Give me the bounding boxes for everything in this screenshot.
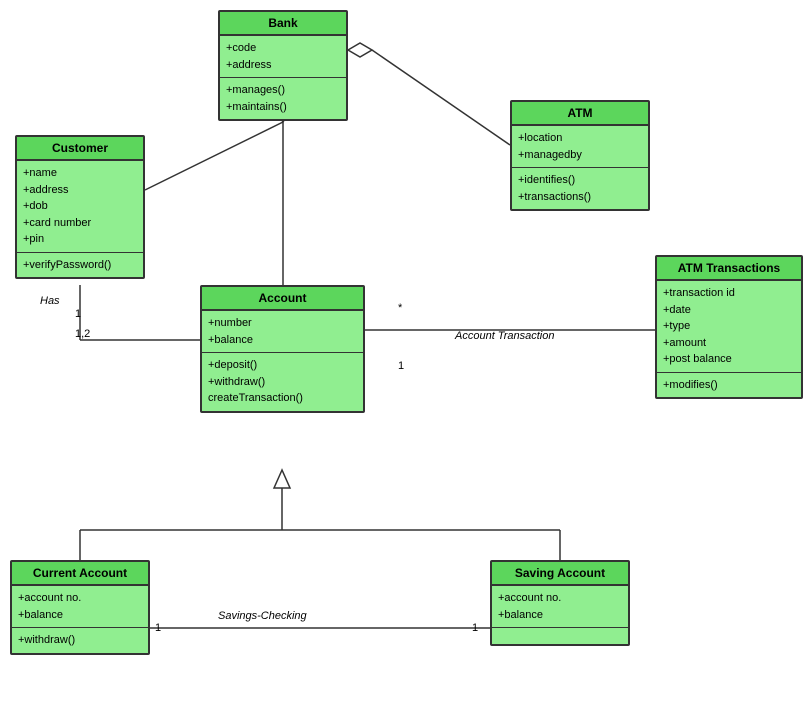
class-customer: Customer +name +address +dob +card numbe… [15,135,145,279]
label-has: Has [40,295,60,307]
class-atm-transactions-methods: +modifies() [657,373,801,398]
class-bank-attributes: +code +address [220,36,346,78]
class-current-account-name: Current Account [33,566,127,580]
inheritance-triangle [274,470,290,488]
class-customer-name: Customer [52,141,108,155]
mult-12-has: 1,2 [75,328,90,340]
class-account-header: Account [202,287,363,311]
class-customer-header: Customer [17,137,143,161]
class-account: Account +number +balance +deposit() +wit… [200,285,365,413]
class-bank-methods: +manages() +maintains() [220,78,346,119]
class-current-account-methods: +withdraw() [12,628,148,653]
class-account-name: Account [259,291,307,305]
class-account-attributes: +number +balance [202,311,363,353]
class-current-account-attributes: +account no. +balance [12,586,148,628]
mult-1-has: 1 [75,308,81,320]
mult-1-account: 1 [398,360,404,372]
class-current-account-header: Current Account [12,562,148,586]
uml-diagram: Bank +code +address +manages() +maintain… [0,0,810,706]
mult-1-current: 1 [155,622,161,634]
class-saving-account-header: Saving Account [492,562,628,586]
class-bank: Bank +code +address +manages() +maintain… [218,10,348,121]
line-bank-atm [372,50,510,145]
class-saving-account-placeholder [492,628,628,644]
class-saving-account: Saving Account +account no. +balance [490,560,630,646]
class-saving-account-attributes: +account no. +balance [492,586,628,628]
mult-1-saving: 1 [472,622,478,634]
class-atm-transactions-attributes: +transaction id +date +type +amount +pos… [657,281,801,373]
label-account-transaction: Account Transaction [455,330,554,342]
class-atm-transactions-name: ATM Transactions [678,261,780,275]
class-atm-attributes: +location +managedby [512,126,648,168]
class-atm-header: ATM [512,102,648,126]
class-account-methods: +deposit() +withdraw() createTransaction… [202,353,363,411]
class-current-account: Current Account +account no. +balance +w… [10,560,150,655]
class-bank-name: Bank [268,16,297,30]
mult-star-account: * [398,302,402,314]
class-saving-account-name: Saving Account [515,566,605,580]
label-savings-checking: Savings-Checking [218,610,307,622]
class-atm-transactions: ATM Transactions +transaction id +date +… [655,255,803,399]
line-bank-customer [145,122,283,190]
class-atm-methods: +identifies() +transactions() [512,168,648,209]
class-atm: ATM +location +managedby +identifies() +… [510,100,650,211]
class-customer-attributes: +name +address +dob +card number +pin [17,161,143,253]
aggregation-diamond-bank-atm [348,43,372,57]
class-atm-name: ATM [567,106,592,120]
class-bank-header: Bank [220,12,346,36]
class-customer-methods: +verifyPassword() [17,253,143,278]
class-atm-transactions-header: ATM Transactions [657,257,801,281]
